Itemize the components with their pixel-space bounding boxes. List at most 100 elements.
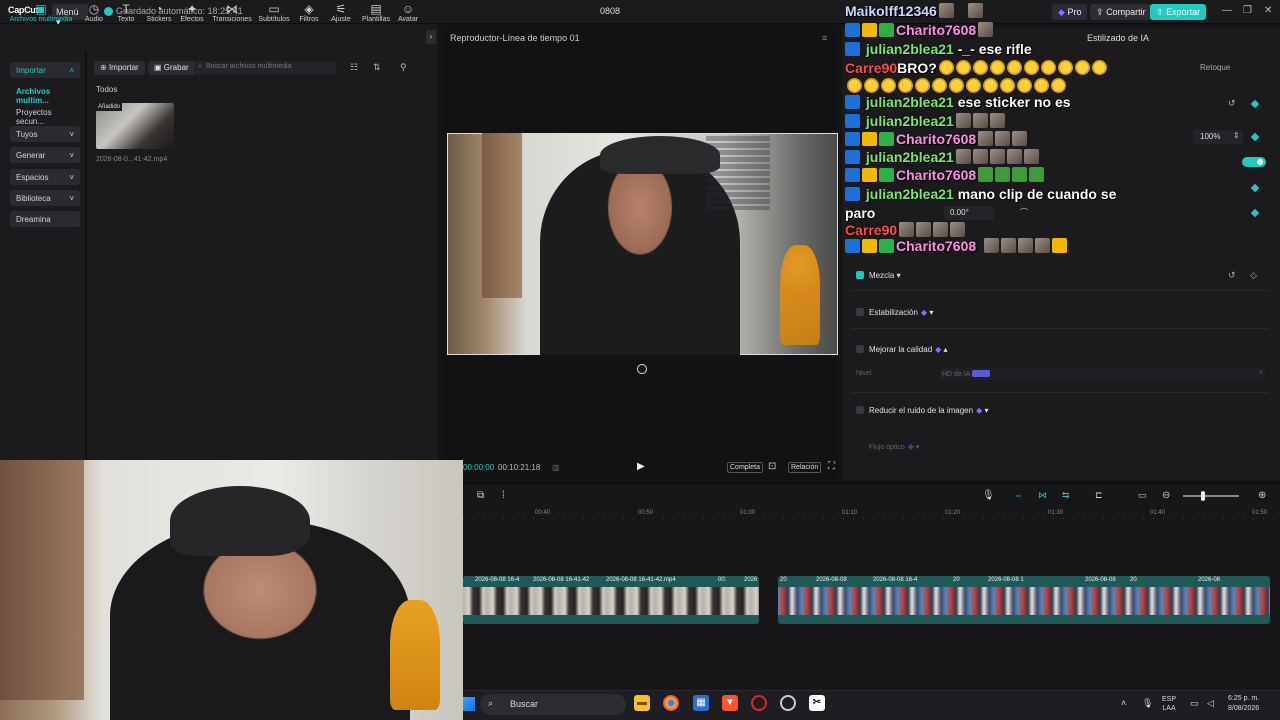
level-label: Nivel	[856, 370, 872, 377]
gem-icon: ◆	[907, 442, 914, 451]
play-icon[interactable]: ▶	[637, 461, 645, 472]
clip-label: 20	[1130, 577, 1137, 583]
emote-icon	[1035, 238, 1051, 253]
crop-icon[interactable]: ⧉	[477, 490, 484, 501]
emoji-icon	[847, 78, 862, 93]
chat-message: julian2blea21	[845, 149, 1039, 165]
emoji-icon	[1091, 60, 1107, 75]
tray-chevron-up-icon[interactable]: ˄	[1121, 698, 1126, 708]
nav-dreamina[interactable]: Dreamina	[10, 211, 80, 227]
tool-avatar[interactable]: ☺ Avatar	[388, 3, 428, 24]
close-icon[interactable]: ✕	[1264, 5, 1272, 16]
record-button[interactable]: ▣ Grabar	[148, 61, 195, 75]
chevron-down-icon: ˅	[69, 130, 74, 139]
project-name[interactable]: 0808	[600, 6, 620, 16]
clip-frames	[778, 587, 1270, 615]
store-icon[interactable]: ▦	[693, 695, 709, 711]
reset-icon[interactable]: ↺	[1228, 270, 1236, 281]
tool-subtitles[interactable]: ▭ Subtítulos	[254, 3, 294, 24]
zoom-out-icon[interactable]: ⊖	[1162, 490, 1170, 501]
opera-icon[interactable]	[751, 695, 767, 711]
rotate-handle-icon[interactable]	[637, 364, 647, 374]
view-grid-icon[interactable]: ☷	[350, 62, 358, 73]
nav-secondary-projects[interactable]: Proyectos secun...	[10, 104, 80, 126]
fullscreen-icon[interactable]: ⛶	[828, 461, 835, 472]
filter-funnel-icon[interactable]: ⚲	[400, 62, 407, 73]
emoji-icon	[1023, 60, 1039, 75]
magnet-icon[interactable]: ⋈	[1038, 490, 1047, 501]
network-icon[interactable]: ▭	[1190, 698, 1199, 709]
emote-icon	[1018, 238, 1034, 253]
emote-icon	[995, 167, 1011, 182]
emote-icon	[1001, 238, 1017, 253]
file-explorer-icon[interactable]: ▬	[634, 695, 650, 711]
nav-spaces[interactable]: Espacios ˅	[10, 169, 80, 185]
sort-icon[interactable]: ⇅	[373, 62, 381, 73]
mix-checkbox[interactable]	[856, 271, 864, 279]
reset-icon[interactable]: ↺	[1228, 98, 1236, 109]
noise-label: Reducir el ruido de la imagen ◆ ▾	[869, 406, 988, 415]
taskbar-search[interactable]: Buscar	[480, 694, 626, 715]
tray-mic-icon[interactable]: 🎙	[1142, 698, 1153, 709]
clip-label: 2026-08-08 1	[988, 577, 1024, 583]
menu-lines-icon[interactable]: ≡	[822, 33, 827, 43]
clip-label: 2026-08-08 16-4	[475, 577, 520, 583]
zoom-in-icon[interactable]: ⊕	[1258, 490, 1266, 501]
zoom-slider-handle[interactable]	[1201, 491, 1205, 501]
audio-wave-icon[interactable]: ⁞	[502, 490, 505, 501]
keyframe-outline-icon[interactable]: ◇	[1250, 270, 1257, 281]
video-clip-track-b[interactable]: 20 2026-08-08 2026-08-08 16-4 20 2026-08…	[778, 576, 1270, 624]
crown-badge-icon	[862, 239, 877, 253]
maximize-icon[interactable]: ❐	[1243, 5, 1252, 16]
obs-icon[interactable]	[780, 695, 796, 711]
tool-effects[interactable]: ✦ Efectos	[172, 3, 212, 24]
ratio-button[interactable]: Relación	[788, 462, 822, 473]
chrome-icon[interactable]	[663, 695, 679, 711]
link-icon[interactable]: ⇔	[1014, 490, 1023, 500]
stabilize-checkbox[interactable]	[856, 308, 864, 316]
video-clip-track-a[interactable]: 2026-08-08 16-4 2026-08-08 16-41-42 2026…	[463, 576, 759, 624]
screenshot-icon[interactable]: ⊡	[768, 461, 776, 472]
zoom-slider[interactable]	[1183, 495, 1239, 497]
preview-axis-icon[interactable]: ⊏	[1095, 490, 1103, 501]
emoji-icon	[1017, 78, 1032, 93]
tool-media[interactable]: ▣ Archivos multimedia	[2, 3, 80, 24]
nav-library[interactable]: Biblioteca ˅	[10, 190, 80, 206]
chat-text: BRO?	[897, 60, 937, 76]
full-quality-button[interactable]: Completa	[727, 462, 763, 473]
chat-message: julian2blea21 ese sticker no es	[845, 94, 1071, 110]
media-filter-all[interactable]: Todos	[96, 85, 117, 94]
chat-message: julian2blea21	[845, 113, 1005, 129]
windows-start-icon[interactable]	[463, 697, 475, 711]
snap-icon[interactable]: ⇆	[1062, 490, 1070, 501]
search-icon: ⌕	[198, 63, 202, 70]
chevron-right-icon[interactable]: ›	[426, 30, 436, 44]
tool-label: Filtros	[299, 16, 319, 23]
timecode-grid-icon[interactable]: ▥	[552, 463, 560, 472]
time-tick: 01:10	[842, 510, 858, 516]
brave-icon[interactable]: ▼	[722, 695, 738, 711]
noise-checkbox[interactable]	[856, 406, 864, 414]
time-tick: 01:30	[1048, 510, 1064, 516]
chat-message: Charito7608	[845, 131, 1028, 147]
nav-generate[interactable]: Generar ˅	[10, 147, 80, 163]
caption-icon[interactable]: ▭	[1138, 490, 1147, 501]
nav-media-files[interactable]: Archivos multim...	[10, 83, 80, 105]
nav-yours[interactable]: Tuyos ˅	[10, 126, 80, 142]
tray-clock[interactable]: 6:25 p. m. 8/08/2026	[1228, 694, 1259, 714]
quality-checkbox[interactable]	[856, 345, 864, 353]
stepper-icon[interactable]: ⇕	[1233, 131, 1240, 140]
level-select[interactable]: HD de IA ˅	[940, 368, 1265, 380]
capcut-taskbar-icon[interactable]: ✂	[809, 695, 825, 711]
tool-adjust[interactable]: ⚟ Ajuste	[321, 3, 361, 24]
microphone-icon[interactable]: 🎙	[982, 490, 995, 501]
emote-icon	[955, 113, 971, 128]
media-search-input[interactable]: Buscar archivos multimedia	[194, 61, 336, 75]
nav-import[interactable]: Importar ˄	[10, 62, 80, 78]
emoji-icon	[881, 78, 896, 93]
tool-transitions[interactable]: ⋈ Transiciones	[210, 3, 254, 24]
tray-language[interactable]: ESP LAA	[1162, 695, 1176, 713]
import-button[interactable]: ⊕ Importar	[94, 61, 145, 75]
clip-label: 20	[780, 577, 787, 583]
volume-icon[interactable]: ◁	[1207, 698, 1214, 709]
